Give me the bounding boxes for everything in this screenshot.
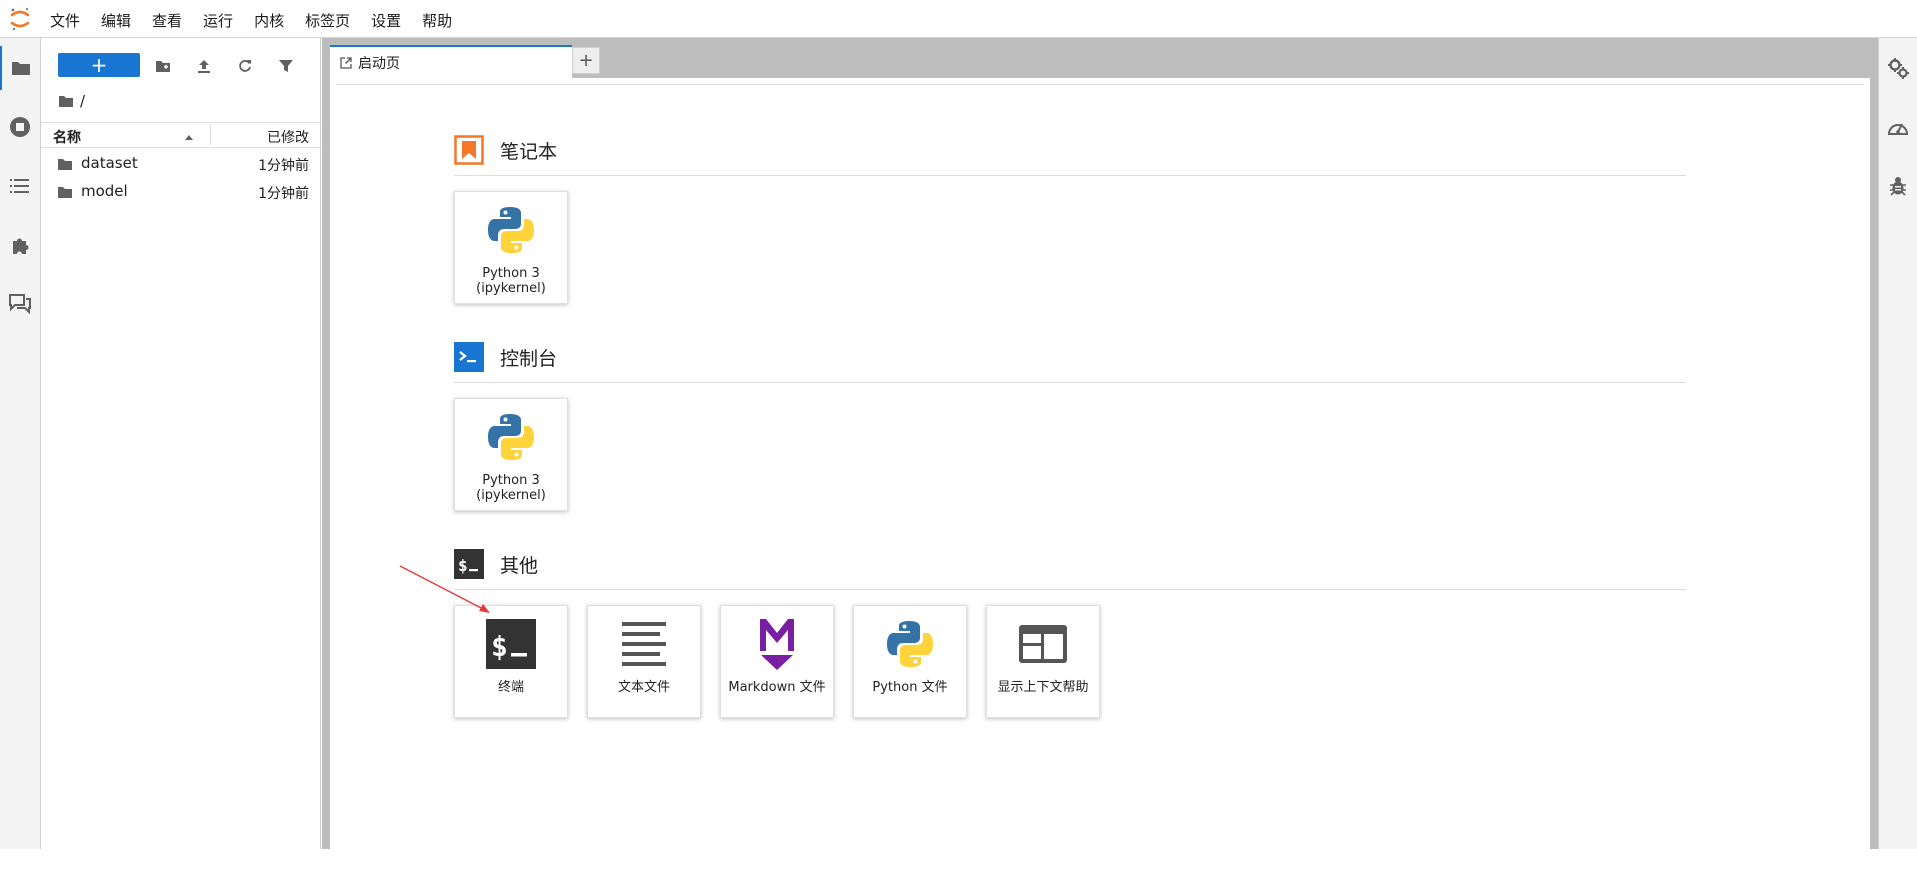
python-file-card[interactable]: Python 文件 — [853, 605, 967, 718]
svg-text:$: $ — [491, 630, 508, 663]
contextual-help-icon — [1015, 616, 1071, 672]
extension-manager-tab[interactable] — [0, 223, 40, 267]
chat-icon — [9, 294, 31, 314]
svg-text:$: $ — [458, 556, 468, 575]
launcher-panel: 笔记本 Python 3 (ipykernel) 控制台 Python 3 (i… — [330, 78, 1870, 878]
python-logo-icon — [483, 202, 539, 258]
menu-settings[interactable]: 设置 — [361, 0, 412, 38]
console-section-icon — [454, 342, 484, 372]
refresh-icon — [239, 60, 251, 72]
menu-view[interactable]: 查看 — [142, 0, 193, 38]
section-divider — [454, 382, 1686, 383]
refresh-button[interactable] — [233, 54, 257, 78]
tab-launcher[interactable]: 启动页 — [330, 45, 572, 78]
sort-ascending-icon — [184, 129, 194, 145]
breadcrumb: / — [58, 90, 85, 112]
section-divider — [454, 175, 1686, 176]
contextual-help-card[interactable]: 显示上下文帮助 — [986, 605, 1100, 718]
extension-icon — [13, 238, 29, 254]
right-sidebar-strip — [1878, 38, 1917, 849]
debugger-tab[interactable] — [1879, 166, 1917, 206]
menu-help[interactable]: 帮助 — [412, 0, 463, 38]
folder-icon — [58, 159, 72, 170]
python-logo-icon — [483, 409, 539, 465]
terminal-icon: $ — [483, 616, 539, 672]
menu-edit[interactable]: 编辑 — [91, 0, 142, 38]
left-sidebar-strip — [0, 38, 41, 849]
file-list-header: 名称 已修改 — [41, 122, 321, 148]
file-row-dataset[interactable]: dataset 1分钟前 — [41, 150, 321, 178]
menu-bar: 文件 编辑 查看 运行 内核 标签页 设置 帮助 — [0, 0, 1917, 38]
file-modified: 1分钟前 — [258, 158, 309, 174]
new-folder-button[interactable] — [151, 54, 175, 78]
file-name: dataset — [81, 154, 138, 172]
text-file-icon — [616, 616, 672, 672]
markdown-icon — [749, 616, 805, 672]
notebook-section-icon — [454, 135, 484, 165]
console-python3-card[interactable]: Python 3 (ipykernel) — [454, 398, 568, 511]
breadcrumb-root[interactable]: / — [80, 92, 85, 110]
filter-button[interactable] — [274, 54, 298, 78]
chat-tab[interactable] — [0, 282, 40, 326]
notebook-section-title: 笔记本 — [500, 141, 558, 163]
upload-icon — [198, 60, 210, 73]
new-folder-icon — [156, 61, 170, 72]
column-name-header[interactable]: 名称 — [53, 127, 81, 147]
filter-icon — [279, 60, 293, 72]
file-modified: 1分钟前 — [258, 186, 309, 202]
tab-bar: 启动页 + — [322, 38, 1878, 78]
folder-icon — [12, 62, 30, 75]
card-label: 文本文件 — [617, 680, 670, 695]
launcher-content: 笔记本 Python 3 (ipykernel) 控制台 Python 3 (i… — [336, 84, 1864, 874]
section-divider — [454, 589, 1686, 590]
column-modified-header[interactable]: 已修改 — [267, 127, 309, 147]
card-label: Markdown 文件 — [728, 680, 826, 695]
console-section-title: 控制台 — [500, 348, 558, 370]
column-divider[interactable] — [210, 125, 211, 145]
menu-tabs[interactable]: 标签页 — [295, 0, 361, 38]
resource-usage-tab[interactable] — [1879, 107, 1917, 147]
folder-icon — [58, 187, 72, 198]
menu-kernel[interactable]: 内核 — [244, 0, 295, 38]
other-section-icon: $ — [454, 549, 484, 579]
card-label: Python 文件 — [872, 680, 948, 695]
card-label: Python 3 (ipykernel) — [476, 266, 546, 296]
card-label: 显示上下文帮助 — [997, 680, 1089, 695]
menu-run[interactable]: 运行 — [193, 0, 244, 38]
notebook-python3-card[interactable]: Python 3 (ipykernel) — [454, 191, 568, 304]
text-file-card[interactable]: 文本文件 — [587, 605, 701, 718]
toc-icon — [10, 179, 29, 193]
gears-icon — [1888, 58, 1909, 79]
card-label: 终端 — [497, 680, 524, 695]
gauge-icon — [1887, 123, 1909, 135]
menu-file[interactable]: 文件 — [40, 0, 91, 38]
add-tab-button[interactable]: + — [572, 47, 600, 74]
file-name: model — [81, 182, 128, 200]
markdown-file-card[interactable]: Markdown 文件 — [720, 605, 834, 718]
python-logo-icon — [882, 616, 938, 672]
launch-icon — [340, 56, 352, 69]
table-of-contents-tab[interactable] — [0, 164, 40, 208]
terminal-card[interactable]: $ 终端 — [454, 605, 568, 718]
upload-button[interactable] — [192, 54, 216, 78]
tab-label: 启动页 — [358, 55, 400, 72]
running-icon — [10, 117, 30, 137]
file-browser-panel: + / 名称 已修改 dataset 1分钟前 model 1分钟前 — [41, 38, 321, 849]
jupyter-logo-icon[interactable] — [0, 0, 40, 38]
other-section-title: 其他 — [500, 555, 539, 577]
card-label: Python 3 (ipykernel) — [476, 473, 546, 503]
file-browser-tab[interactable] — [0, 46, 40, 90]
main-dock-area: 启动页 + 笔记本 Python 3 (ipykernel) 控制台 Pytho… — [322, 38, 1878, 878]
file-row-model[interactable]: model 1分钟前 — [41, 178, 321, 206]
bug-icon — [1890, 177, 1906, 196]
new-launcher-button[interactable]: + — [58, 53, 140, 77]
folder-icon[interactable] — [58, 95, 74, 108]
property-inspector-tab[interactable] — [1879, 48, 1917, 88]
running-sessions-tab[interactable] — [0, 105, 40, 149]
